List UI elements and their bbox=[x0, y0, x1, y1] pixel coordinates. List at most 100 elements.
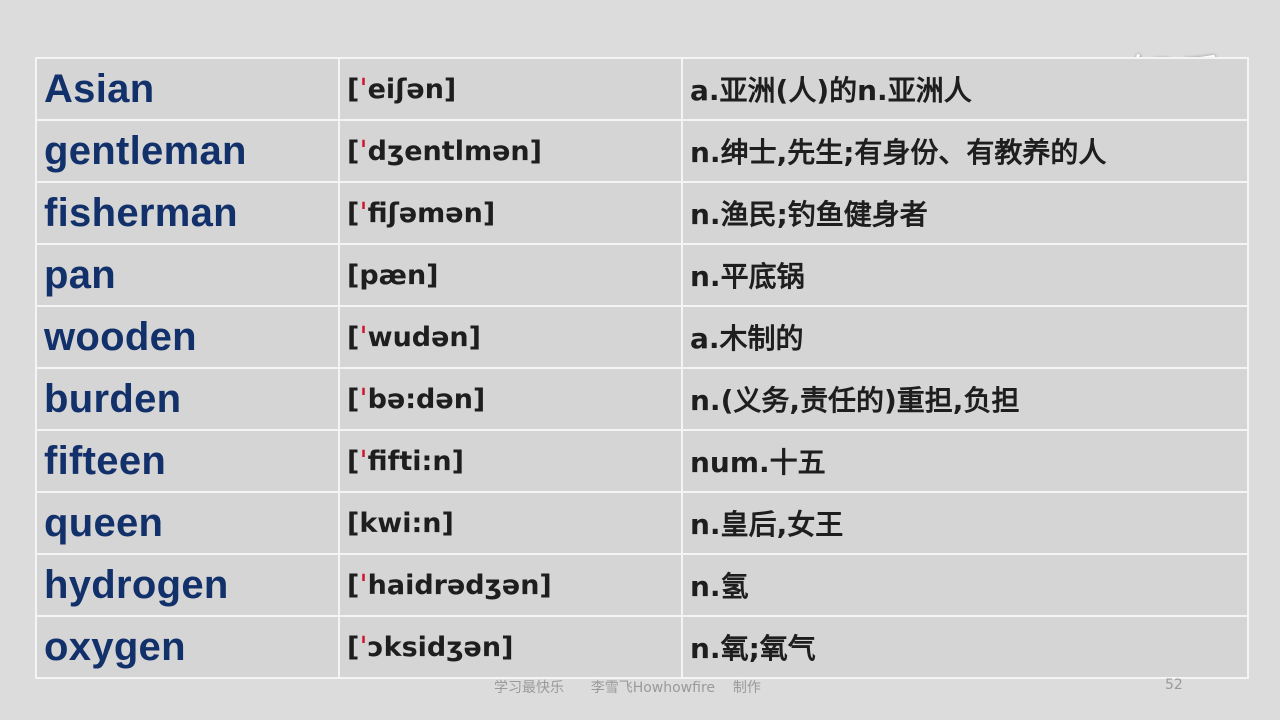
phonetic-body: pæn] bbox=[359, 259, 439, 291]
stress-mark: ˈ bbox=[359, 321, 368, 353]
definition: a.木制的 bbox=[690, 322, 804, 355]
word-cell: pan bbox=[35, 243, 340, 307]
phonetic: [ˈfiʃəmən] bbox=[347, 198, 495, 229]
word: gentleman bbox=[44, 128, 247, 173]
phonetic: [ˈɔksidʒən] bbox=[347, 632, 513, 663]
phonetic-bracket: [ bbox=[347, 507, 360, 539]
phonetic: [ˈdʒentlmən] bbox=[347, 136, 542, 167]
vocab-row: hydrogen [ˈhaidrədʒən] n.氢 bbox=[35, 553, 1249, 617]
phonetic-bracket: [ bbox=[347, 383, 360, 415]
phonetic-cell: [ˈdʒentlmən] bbox=[338, 119, 683, 183]
vocab-row: pan [pæn] n.平底锅 bbox=[35, 243, 1249, 307]
phonetic-bracket: [ bbox=[347, 631, 360, 663]
phonetic-body: haidrədʒən] bbox=[367, 569, 552, 601]
phonetic-bracket: [ bbox=[347, 445, 360, 477]
word-cell: burden bbox=[35, 367, 340, 431]
word-cell: oxygen bbox=[35, 615, 340, 679]
phonetic-cell: [ˈbə:dən] bbox=[338, 367, 683, 431]
page-number: 52 bbox=[1165, 677, 1183, 693]
word: fifteen bbox=[44, 438, 167, 483]
phonetic-cell: [pæn] bbox=[338, 243, 683, 307]
definition-cell: n.氧;氧气 bbox=[681, 615, 1249, 679]
phonetic-cell: [ˈɔksidʒən] bbox=[338, 615, 683, 679]
stress-mark: ˈ bbox=[359, 197, 368, 229]
phonetic-bracket: [ bbox=[347, 569, 360, 601]
phonetic: [ˈwudən] bbox=[347, 322, 481, 353]
phonetic: [kwi:n] bbox=[347, 508, 454, 539]
definition: num.十五 bbox=[690, 446, 826, 479]
phonetic-cell: [ˈfiʃəmən] bbox=[338, 181, 683, 245]
word-cell: hydrogen bbox=[35, 553, 340, 617]
phonetic-body: bə:dən] bbox=[367, 383, 486, 415]
definition: a.亚洲(人)的n.亚洲人 bbox=[690, 74, 972, 107]
vocab-row: burden [ˈbə:dən] n.(义务,责任的)重担,负担 bbox=[35, 367, 1249, 431]
phonetic-bracket: [ bbox=[347, 135, 360, 167]
footer-credit: 学习最快乐 李雪飞Howhowfire 制作 bbox=[494, 680, 761, 696]
vocab-row: fifteen [ˈfifti:n] num.十五 bbox=[35, 429, 1249, 493]
stress-mark: ˈ bbox=[359, 631, 368, 663]
phonetic-bracket: [ bbox=[347, 197, 360, 229]
word-cell: fisherman bbox=[35, 181, 340, 245]
vocab-row: fisherman [ˈfiʃəmən] n.渔民;钓鱼健身者 bbox=[35, 181, 1249, 245]
phonetic-body: dʒentlmən] bbox=[367, 135, 542, 167]
phonetic-body: ɔksidʒən] bbox=[367, 631, 514, 663]
word: queen bbox=[44, 500, 164, 545]
word-cell: wooden bbox=[35, 305, 340, 369]
phonetic-bracket: [ bbox=[347, 321, 360, 353]
stress-mark: ˈ bbox=[359, 445, 368, 477]
slide-footer: 学习最快乐 李雪飞Howhowfire 制作 52 bbox=[0, 677, 1280, 697]
phonetic-bracket: [ bbox=[347, 73, 360, 105]
definition: n.氧;氧气 bbox=[690, 632, 816, 665]
word: wooden bbox=[44, 314, 197, 359]
definition: n.(义务,责任的)重担,负担 bbox=[690, 384, 1020, 417]
phonetic: [pæn] bbox=[347, 260, 439, 291]
stress-mark: ˈ bbox=[359, 73, 368, 105]
vocab-row: oxygen [ˈɔksidʒən] n.氧;氧气 bbox=[35, 615, 1249, 679]
definition-cell: n.皇后,女王 bbox=[681, 491, 1249, 555]
definition-cell: n.氢 bbox=[681, 553, 1249, 617]
word: hydrogen bbox=[44, 562, 229, 607]
phonetic-bracket: [ bbox=[347, 259, 360, 291]
phonetic-body: fiʃəmən] bbox=[367, 197, 496, 229]
phonetic-cell: [kwi:n] bbox=[338, 491, 683, 555]
definition-cell: num.十五 bbox=[681, 429, 1249, 493]
phonetic-cell: [ˈeiʃən] bbox=[338, 57, 683, 121]
word-cell: queen bbox=[35, 491, 340, 555]
definition: n.氢 bbox=[690, 570, 749, 603]
vocab-row: wooden [ˈwudən] a.木制的 bbox=[35, 305, 1249, 369]
phonetic-body: wudən] bbox=[367, 321, 481, 353]
word: oxygen bbox=[44, 624, 186, 669]
definition-cell: n.(义务,责任的)重担,负担 bbox=[681, 367, 1249, 431]
vocab-row: Asian [ˈeiʃən] a.亚洲(人)的n.亚洲人 bbox=[35, 57, 1249, 121]
stress-mark: ˈ bbox=[359, 383, 368, 415]
definition: n.绅士,先生;有身份、有教养的人 bbox=[690, 136, 1107, 169]
definition: n.平底锅 bbox=[690, 260, 805, 293]
word-cell: fifteen bbox=[35, 429, 340, 493]
definition: n.皇后,女王 bbox=[690, 508, 844, 541]
definition: n.渔民;钓鱼健身者 bbox=[690, 198, 928, 231]
word: burden bbox=[44, 376, 182, 421]
definition-cell: n.绅士,先生;有身份、有教养的人 bbox=[681, 119, 1249, 183]
phonetic-body: kwi:n] bbox=[359, 507, 454, 539]
phonetic: [ˈhaidrədʒən] bbox=[347, 570, 552, 601]
phonetic-cell: [ˈhaidrədʒən] bbox=[338, 553, 683, 617]
phonetic-cell: [ˈwudən] bbox=[338, 305, 683, 369]
phonetic: [ˈfifti:n] bbox=[347, 446, 464, 477]
word-cell: Asian bbox=[35, 57, 340, 121]
phonetic-cell: [ˈfifti:n] bbox=[338, 429, 683, 493]
stress-mark: ˈ bbox=[359, 135, 368, 167]
vocab-row: queen [kwi:n] n.皇后,女王 bbox=[35, 491, 1249, 555]
word: fisherman bbox=[44, 190, 238, 235]
vocab-row: gentleman [ˈdʒentlmən] n.绅士,先生;有身份、有教养的人 bbox=[35, 119, 1249, 183]
definition-cell: n.平底锅 bbox=[681, 243, 1249, 307]
definition-cell: a.木制的 bbox=[681, 305, 1249, 369]
stress-mark: ˈ bbox=[359, 569, 368, 601]
phonetic: [ˈbə:dən] bbox=[347, 384, 485, 415]
definition-cell: n.渔民;钓鱼健身者 bbox=[681, 181, 1249, 245]
word: pan bbox=[44, 252, 117, 297]
phonetic: [ˈeiʃən] bbox=[347, 74, 456, 105]
phonetic-body: fifti:n] bbox=[367, 445, 464, 477]
definition-cell: a.亚洲(人)的n.亚洲人 bbox=[681, 57, 1249, 121]
vocabulary-table: Asian [ˈeiʃən] a.亚洲(人)的n.亚洲人 gentleman [… bbox=[35, 57, 1249, 679]
word: Asian bbox=[44, 66, 155, 111]
